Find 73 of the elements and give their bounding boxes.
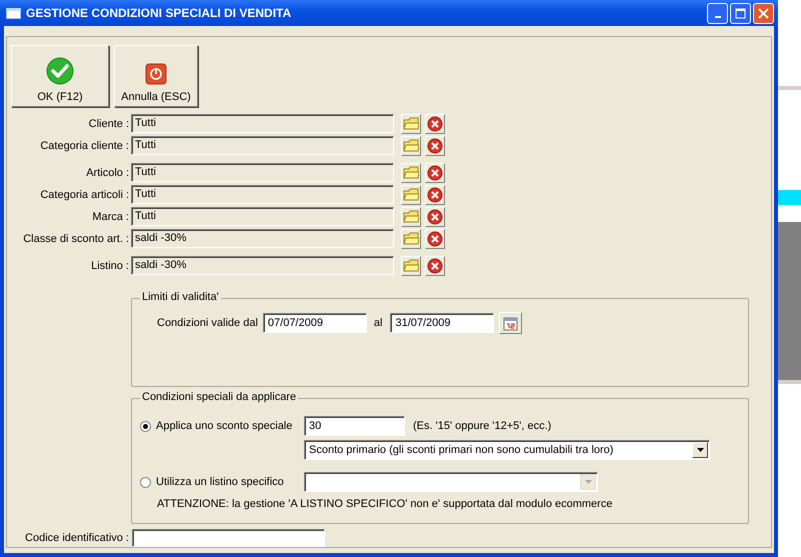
field-label: Articolo : bbox=[85, 166, 130, 178]
maximize-icon bbox=[735, 8, 746, 18]
clear-button[interactable] bbox=[425, 162, 445, 182]
window-title: GESTIONE CONDIZIONI SPECIALI DI VENDITA bbox=[26, 6, 292, 20]
hint-text: (Es. '15' oppure '12+5', ecc.) bbox=[413, 420, 552, 432]
folder-icon bbox=[403, 258, 419, 272]
folder-icon bbox=[403, 116, 419, 130]
clear-icon bbox=[427, 258, 443, 274]
field-label: Condizioni valide dal bbox=[157, 317, 258, 329]
field-label: Codice identificativo : bbox=[24, 532, 130, 544]
window-icon bbox=[6, 8, 21, 18]
clear-button[interactable] bbox=[425, 256, 445, 276]
browse-button[interactable] bbox=[401, 162, 421, 182]
lookup-field[interactable]: Tutti bbox=[131, 114, 394, 133]
date-field[interactable]: 07/07/2009 bbox=[262, 313, 367, 333]
clear-icon bbox=[427, 208, 443, 224]
browse-button[interactable] bbox=[401, 184, 421, 204]
field-label: Categoria articoli : bbox=[39, 188, 130, 200]
browse-button[interactable] bbox=[401, 206, 421, 226]
lookup-field[interactable]: saldi -30% bbox=[131, 229, 394, 248]
dropdown-arrow-icon bbox=[696, 448, 704, 452]
folder-icon bbox=[403, 166, 419, 180]
discount-type-dropdown[interactable]: Sconto primario (gli sconti primari non sono cumulabili tra loro) bbox=[304, 440, 710, 460]
date-field[interactable]: 31/07/2009 bbox=[390, 313, 494, 333]
group-title: Condizioni speciali da applicare bbox=[140, 391, 298, 404]
clear-button[interactable] bbox=[425, 136, 445, 156]
clear-icon bbox=[427, 230, 443, 246]
field-label: Marca : bbox=[91, 210, 130, 222]
lookup-field[interactable]: Tutti bbox=[131, 163, 394, 182]
browse-button[interactable] bbox=[401, 114, 421, 134]
calendar-icon bbox=[503, 316, 518, 330]
price-list-dropdown[interactable] bbox=[304, 472, 598, 492]
power-icon bbox=[145, 63, 167, 85]
clear-button[interactable] bbox=[425, 206, 445, 226]
calendar-button[interactable] bbox=[499, 312, 522, 334]
toolbar-button[interactable]: OK (F12) bbox=[11, 45, 109, 107]
field-label: Classe di sconto art. : bbox=[22, 232, 130, 244]
browse-button[interactable] bbox=[401, 256, 421, 276]
clear-button[interactable] bbox=[425, 114, 445, 134]
clear-icon bbox=[427, 116, 443, 132]
maximize-button[interactable] bbox=[730, 2, 751, 24]
folder-icon bbox=[403, 232, 419, 246]
code-field[interactable] bbox=[132, 529, 325, 547]
clear-button[interactable] bbox=[425, 184, 445, 204]
radio-option[interactable]: Utilizza un listino specifico bbox=[140, 476, 304, 488]
field-label: al bbox=[374, 317, 382, 329]
clear-icon bbox=[427, 164, 443, 180]
lookup-field[interactable]: Tutti bbox=[131, 136, 394, 155]
browse-button[interactable] bbox=[401, 228, 421, 248]
warning-text: ATTENZIONE: la gestione 'A LISTINO SPECIFICO' non e' supportata dal modulo ecommerce bbox=[157, 498, 614, 510]
toolbar-button[interactable]: Annulla (ESC) bbox=[114, 45, 198, 107]
clear-icon bbox=[427, 186, 443, 202]
browse-button[interactable] bbox=[401, 136, 421, 156]
checkmark-icon bbox=[46, 57, 74, 85]
close-icon bbox=[758, 8, 769, 18]
lookup-field[interactable]: Tutti bbox=[131, 185, 394, 204]
radio-option[interactable]: Applica uno sconto speciale bbox=[140, 420, 304, 432]
lookup-field[interactable]: Tutti bbox=[131, 207, 394, 226]
field-label: Cliente : bbox=[88, 118, 130, 130]
minimize-icon bbox=[714, 16, 720, 18]
field-label: Listino : bbox=[90, 260, 130, 272]
folder-icon bbox=[403, 138, 419, 152]
lookup-field[interactable]: saldi -30% bbox=[131, 256, 394, 275]
clear-button[interactable] bbox=[425, 228, 445, 248]
folder-icon bbox=[403, 188, 419, 202]
group-title: Limiti di validita' bbox=[140, 291, 221, 303]
minimize-button[interactable] bbox=[707, 2, 728, 24]
discount-field[interactable]: 30 bbox=[304, 416, 405, 436]
clear-icon bbox=[427, 138, 443, 154]
dropdown-arrow-icon bbox=[584, 480, 592, 484]
folder-icon bbox=[403, 210, 419, 224]
close-button[interactable] bbox=[753, 2, 774, 24]
field-label: Categoria cliente : bbox=[39, 140, 130, 152]
